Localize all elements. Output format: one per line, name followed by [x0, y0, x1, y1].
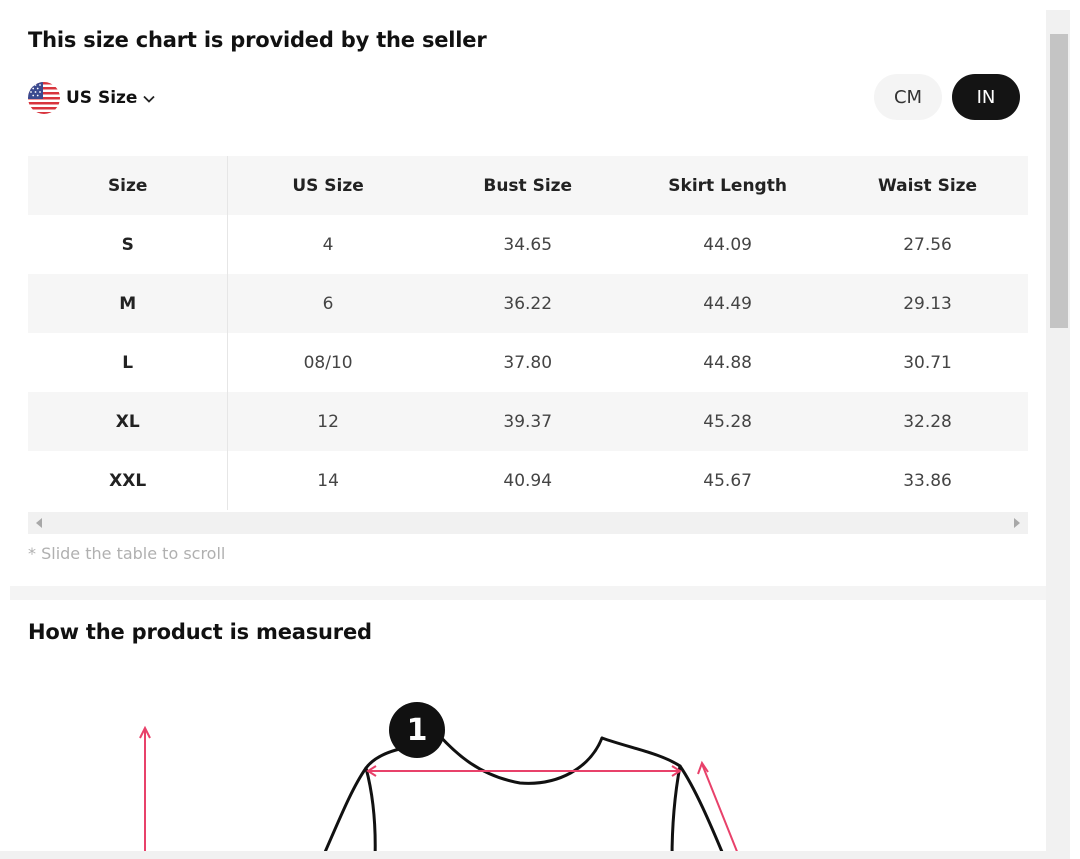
- cell-us-size: 08/10: [303, 352, 353, 373]
- scroll-hint: * Slide the table to scroll: [28, 544, 226, 563]
- cell-size: XXL: [28, 451, 229, 510]
- bust-measure-line: [366, 765, 682, 777]
- region-size-label: US Size: [66, 88, 138, 108]
- table-header-row: Size US Size Bust Size Skirt Length Wais…: [28, 156, 1028, 215]
- cell-bust-size: 40.94: [503, 470, 553, 491]
- cell-size: M: [28, 274, 229, 333]
- cell-skirt-length: 45.67: [703, 470, 752, 491]
- chevron-down-icon: [143, 95, 156, 103]
- header-size: Size: [28, 156, 229, 215]
- cell-skirt-length: 44.49: [627, 274, 828, 333]
- cell-bust-size: 37.80: [503, 352, 553, 373]
- cell-us-size: 12: [227, 392, 428, 451]
- scroll-left-arrow-icon[interactable]: [36, 518, 42, 528]
- cell-waist-size: 32.28: [827, 392, 1028, 451]
- cell-skirt-length: 45.28: [627, 392, 828, 451]
- cell-skirt-length: 44.88: [703, 352, 752, 373]
- header-us-size: US Size: [227, 156, 428, 215]
- size-table-container[interactable]: Size US Size Bust Size Skirt Length Wais…: [28, 156, 1028, 512]
- cell-waist-size: 30.71: [903, 352, 952, 373]
- marker-number: 1: [407, 713, 428, 748]
- cell-us-size: 14: [317, 470, 339, 491]
- cell-size: L: [28, 333, 229, 392]
- table-row: XL 12 39.37 45.28 32.28: [28, 392, 1028, 451]
- header-bust-size: Bust Size: [427, 156, 628, 215]
- cell-bust-size: 34.65: [503, 234, 553, 255]
- header-waist-size: Waist Size: [827, 156, 1028, 215]
- dress-outline: [320, 732, 727, 859]
- measurement-diagram: 1: [139, 702, 741, 859]
- table-row: L 08/10 37.80 44.88 30.71: [28, 333, 1028, 392]
- cell-us-size: 6: [227, 274, 428, 333]
- cell-us-size: 4: [322, 234, 334, 255]
- size-chart-panel: This size chart is provided by the selle…: [10, 8, 1046, 859]
- measure-title: How the product is measured: [28, 620, 372, 644]
- cell-skirt-length: 44.09: [703, 234, 752, 255]
- table-row: XXL 14 40.94 45.67 33.86: [28, 451, 1028, 510]
- us-flag-icon: [28, 82, 60, 114]
- horizontal-scrollbar-bottom[interactable]: [0, 851, 1046, 859]
- header-skirt-length: Skirt Length: [627, 156, 828, 215]
- measure-marker-1: 1: [389, 702, 445, 758]
- vertical-scrollbar-thumb[interactable]: [1050, 34, 1068, 328]
- scroll-right-arrow-icon[interactable]: [1014, 518, 1020, 528]
- region-size-dropdown[interactable]: US Size: [28, 82, 156, 114]
- cell-size: XL: [28, 392, 229, 451]
- cell-waist-size: 33.86: [903, 470, 952, 491]
- unit-toggle: CM IN: [874, 74, 1020, 120]
- cell-waist-size: 29.13: [827, 274, 1028, 333]
- table-row: M 6 36.22 44.49 29.13: [28, 274, 1028, 333]
- table-horizontal-scrollbar[interactable]: [28, 512, 1028, 534]
- cell-bust-size: 39.37: [427, 392, 628, 451]
- table-row: S 4 34.65 44.09 27.56: [28, 215, 1028, 274]
- cell-bust-size: 36.22: [427, 274, 628, 333]
- size-chart-title: This size chart is provided by the selle…: [28, 28, 487, 52]
- section-divider: [10, 586, 1046, 600]
- size-table: Size US Size Bust Size Skirt Length Wais…: [28, 156, 1028, 510]
- unit-in-button[interactable]: IN: [952, 74, 1020, 120]
- vertical-scrollbar[interactable]: [1046, 10, 1070, 859]
- cell-size: S: [28, 215, 229, 274]
- cell-waist-size: 27.56: [903, 234, 952, 255]
- length-arrow-left: [139, 725, 151, 859]
- unit-cm-button[interactable]: CM: [874, 74, 942, 120]
